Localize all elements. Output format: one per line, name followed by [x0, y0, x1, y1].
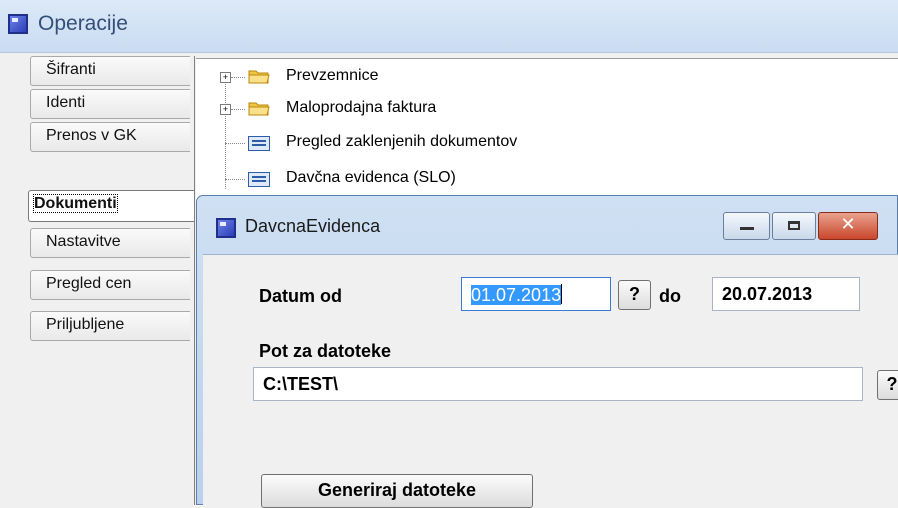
tab-label: Dokumenti [33, 194, 118, 213]
text-caret [561, 284, 563, 304]
app-icon [8, 14, 28, 34]
tab-label: Nastavitve [46, 233, 121, 250]
tree-item-label: Pregled zaklenjenih dokumentov [286, 133, 518, 150]
datum-do-input[interactable]: 20.07.2013 [712, 277, 860, 311]
tab-label: Šifranti [46, 61, 96, 78]
do-label: do [659, 286, 681, 306]
window-title-bar[interactable]: Operacije [0, 0, 898, 53]
tree-item-maloprodajna-faktura[interactable]: + Maloprodajna faktura [196, 99, 596, 123]
pot-browse-button[interactable]: ? [877, 370, 898, 400]
davcna-evidenca-dialog: DavcnaEvidenca ✕ Datum od 01.07.2013 ? d… [196, 195, 898, 508]
tab-pregled-cen[interactable]: Pregled cen [30, 270, 190, 300]
datum-od-lookup-button[interactable]: ? [618, 280, 651, 310]
tab-strip: Šifranti Identi Prenos v GK Dokumenti Na… [0, 56, 195, 505]
expand-icon[interactable]: + [220, 104, 231, 115]
tab-priljubljene[interactable]: Priljubljene [30, 311, 190, 341]
dialog-app-icon [216, 218, 236, 238]
tab-label: Priljubljene [46, 316, 125, 333]
tab-dokumenti[interactable]: Dokumenti [28, 190, 195, 222]
maximize-button[interactable] [772, 212, 816, 240]
folder-icon [248, 102, 270, 116]
tree-item-davcna-evidenca[interactable]: Davčna evidenca (SLO) [196, 169, 696, 193]
pot-value: C:\TEST\ [263, 374, 338, 394]
document-icon [248, 136, 270, 151]
tree-item-label: Davčna evidenca (SLO) [286, 169, 456, 186]
maximize-icon [788, 221, 800, 230]
tab-sifranti[interactable]: Šifranti [30, 56, 190, 86]
close-button[interactable]: ✕ [818, 212, 878, 240]
tab-label: Pregled cen [46, 275, 132, 292]
datum-od-input[interactable]: 01.07.2013 [461, 277, 611, 311]
minimize-icon [740, 227, 754, 230]
tree-item-label: Maloprodajna faktura [286, 99, 437, 116]
tree-item-label: Prevzemnice [286, 67, 379, 84]
tab-prenos-v-gk[interactable]: Prenos v GK [30, 122, 190, 152]
dialog-body: Datum od 01.07.2013 ? do 20.07.2013 Pot … [203, 254, 898, 508]
tab-nastavitve[interactable]: Nastavitve [30, 228, 190, 258]
dialog-title: DavcnaEvidenca [245, 216, 381, 236]
tree-item-pregled-zaklenjenih-dokumentov[interactable]: Pregled zaklenjenih dokumentov [196, 133, 696, 157]
datum-od-value: 01.07.2013 [471, 285, 562, 305]
tab-divider [194, 56, 195, 505]
close-icon: ✕ [840, 214, 856, 235]
datum-do-value: 20.07.2013 [722, 284, 813, 304]
document-icon [248, 172, 270, 187]
generiraj-datoteke-button[interactable]: Generiraj datoteke [261, 474, 533, 508]
tab-identi[interactable]: Identi [30, 89, 190, 119]
tab-label: Identi [46, 94, 86, 111]
pot-za-datoteke-label: Pot za datoteke [259, 341, 392, 361]
tree-item-prevzemnice[interactable]: + Prevzemnice [196, 67, 596, 91]
window-title: Operacije [38, 12, 128, 35]
minimize-button[interactable] [723, 212, 770, 240]
pot-za-datoteke-input[interactable]: C:\TEST\ [253, 367, 863, 401]
datum-od-label: Datum od [259, 286, 342, 306]
expand-icon[interactable]: + [220, 72, 231, 83]
folder-icon [248, 70, 270, 84]
tab-label: Prenos v GK [46, 127, 137, 144]
